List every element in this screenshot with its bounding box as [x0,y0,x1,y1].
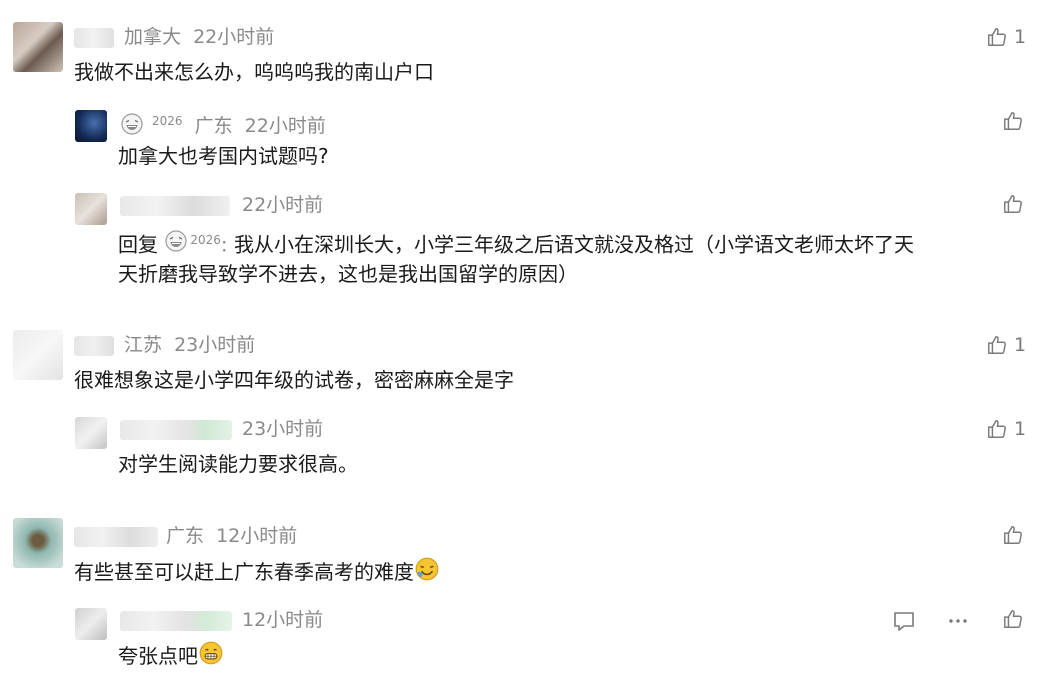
like-button[interactable]: 1 [986,334,1026,356]
reply-text-line1: 我从小在深圳长大，小学三年级之后语文就没及格过（小学语文老师太坏了天 [234,232,915,257]
like-button[interactable] [1002,524,1024,546]
like-button[interactable]: 1 [986,418,1026,440]
reply-prefix: 回复 [118,232,158,257]
location: 广东 [194,115,233,138]
comment-button[interactable] [892,609,916,637]
location: 广东 [166,525,205,547]
like-count: 1 [1014,26,1027,48]
comment-text-content: 有些甚至可以赶上广东春季高考的难度 [74,560,414,584]
location: 江苏 [124,334,163,356]
badge-number: 2026 [190,233,221,247]
reply-meta: 2026 广东 22小时前 [120,109,332,142]
reply-text: 加拿大也考国内试题吗? [118,144,329,168]
avatar[interactable] [75,608,107,640]
like-button[interactable] [1002,110,1024,132]
avatar[interactable] [13,330,63,380]
avatar[interactable] [75,110,107,142]
thumbs-up-icon [1004,112,1022,130]
blurred-username [120,611,232,631]
comment-meta: 江苏 23小时前 [124,333,261,357]
reply-meta: 12小时前 [242,608,329,632]
blurred-username [74,28,114,48]
timestamp: 23小时前 [242,418,324,440]
timestamp: 12小时前 [216,525,298,547]
like-count: 1 [1014,418,1027,440]
thumbs-up-icon [988,420,1006,438]
laughing-emoji-icon [120,112,144,142]
timestamp: 22小时前 [193,26,275,48]
blurred-username [74,336,114,356]
badge-number: 2026 [152,114,183,128]
avatar[interactable] [13,22,63,72]
reply-text-content: 夸张点吧 [118,644,198,668]
comment-text: 有些甚至可以赶上广东春季高考的难度 [74,555,440,592]
more-button[interactable] [946,609,970,637]
avatar[interactable] [13,518,63,568]
like-button[interactable]: 1 [986,26,1026,48]
blurred-username [120,196,230,216]
reply-text: 夸张点吧 [118,639,224,676]
thumbs-up-icon [1004,610,1022,628]
location: 加拿大 [124,26,182,48]
like-count: 1 [1014,334,1027,356]
reply-meta: 23小时前 [242,417,329,441]
reply-meta: 22小时前 [242,193,329,217]
timestamp: 22小时前 [242,194,324,216]
comment-meta: 加拿大 22小时前 [124,25,280,49]
blurred-username [74,527,158,547]
thumbs-up-icon [1004,195,1022,213]
like-button[interactable] [1002,193,1024,215]
timestamp: 22小时前 [244,115,326,138]
more-icon [949,619,967,623]
thumbs-up-icon [988,28,1006,46]
comment-icon [894,612,914,631]
comment-text: 很难想象这是小学四年级的试卷，密密麻麻全是字 [74,368,514,392]
comment-text: 我做不出来怎么办，呜呜呜我的南山户口 [74,60,434,84]
thumbs-up-icon [1004,526,1022,544]
comment-meta: 广东 12小时前 [166,524,303,548]
blurred-username [120,420,232,440]
avatar[interactable] [75,193,107,225]
timestamp: 23小时前 [174,334,256,356]
timestamp: 12小时前 [242,609,324,631]
like-button[interactable] [1002,608,1024,630]
thumbs-up-icon [988,336,1006,354]
grinning-emoji-icon [198,640,224,676]
avatar[interactable] [75,417,107,449]
facepalm-laugh-emoji-icon [414,556,440,592]
reply-text-line2: 天折磨我导致学不进去，这也是我出国留学的原因） [118,262,578,286]
reply-text: 对学生阅读能力要求很高。 [118,452,358,476]
